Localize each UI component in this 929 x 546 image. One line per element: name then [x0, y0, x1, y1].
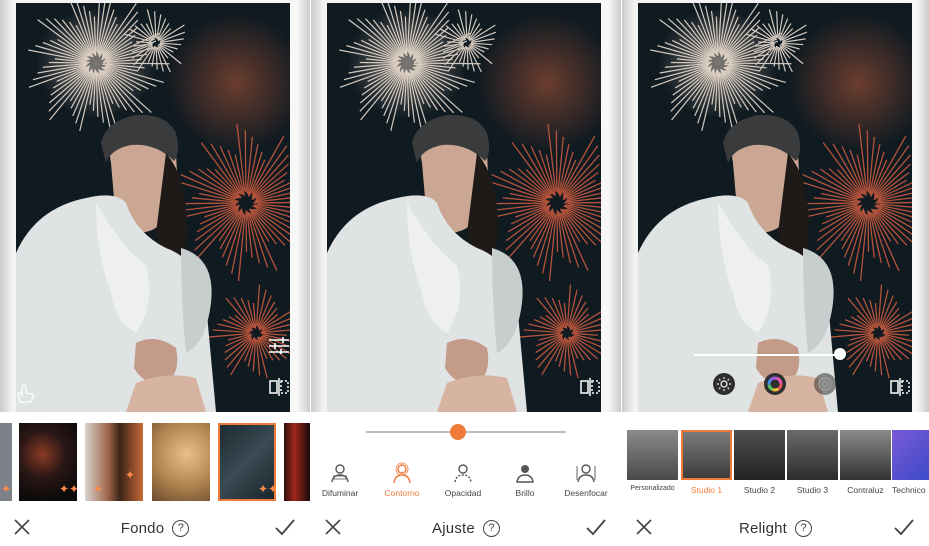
bottom-bar: Ajuste ?: [311, 510, 621, 546]
preset-label: Studio 3: [796, 485, 829, 495]
touch-hand-icon[interactable]: [14, 384, 36, 404]
thumbnail[interactable]: ✦: [0, 423, 12, 501]
light-target-button[interactable]: [814, 373, 836, 395]
photo-canvas: [327, 3, 601, 412]
preset-thumbnail: [627, 430, 678, 480]
bottom-bar: Relight ?: [622, 510, 929, 546]
relight-photo: [638, 3, 912, 412]
preset-thumbnail: [734, 430, 785, 480]
person-blur-icon: [331, 464, 349, 483]
preset-thumbnail: [681, 430, 732, 480]
color-button[interactable]: [764, 373, 786, 395]
background-photo: [16, 3, 290, 412]
help-icon[interactable]: ?: [795, 519, 813, 537]
background-thumbnails: ✦ ✦✦ ✦ ✦ ✦✦: [0, 423, 310, 501]
photo-area: [311, 0, 621, 412]
panel-title: Ajuste: [432, 519, 475, 537]
panel-adjust: Difuminar Contorno Opacidad Brillo Desen…: [311, 0, 621, 546]
compare-icon[interactable]: [890, 377, 910, 397]
adjust-slider-handle[interactable]: [450, 424, 466, 440]
compare-icon[interactable]: [580, 377, 600, 397]
color-wheel-icon: [767, 376, 783, 392]
confirm-check-icon[interactable]: [585, 517, 607, 537]
panel-background: ✦ ✦✦ ✦ ✦ ✦✦ Fondo ?: [0, 0, 310, 546]
tool-label: Contorno: [384, 488, 420, 498]
photo-area: [622, 0, 929, 412]
tool-difuminar[interactable]: Difuminar: [311, 462, 372, 498]
photo-canvas: [16, 3, 290, 412]
confirm-check-icon[interactable]: [274, 517, 296, 537]
adjust-slider-track[interactable]: [366, 431, 566, 433]
tool-label: Desenfocar: [564, 488, 608, 498]
bottom-bar: Fondo ?: [0, 510, 310, 546]
preset-thumbnail: [892, 430, 929, 480]
preset-label: Technico: [892, 485, 926, 495]
photo-area: [0, 0, 310, 412]
panel-title: Fondo: [120, 519, 165, 537]
preset-studio-2[interactable]: Studio 2: [734, 430, 785, 495]
tool-contorno[interactable]: Contorno: [370, 462, 434, 498]
compare-icon[interactable]: [269, 377, 289, 397]
close-icon[interactable]: [12, 517, 32, 537]
adjust-sliders-icon[interactable]: [268, 336, 290, 354]
tool-opacidad[interactable]: Opacidad: [431, 462, 495, 498]
help-icon[interactable]: ?: [172, 519, 190, 537]
photo-canvas: [638, 3, 912, 412]
help-icon[interactable]: ?: [482, 519, 500, 537]
preset-label: Contraluz: [847, 485, 884, 495]
panel-relight: Personalizado Studio 1 Studio 2 Studio 3…: [622, 0, 929, 546]
sun-icon: [717, 377, 731, 391]
tool-label: Brillo: [515, 488, 535, 498]
preset-label: Studio 1: [690, 485, 723, 495]
tool-label: Difuminar: [321, 488, 359, 498]
preset-contraluz[interactable]: Contraluz: [840, 430, 891, 495]
preset-label: Studio 2: [743, 485, 776, 495]
preset-label: Personalizado: [630, 485, 675, 492]
thumbnail[interactable]: ✦ ✦: [85, 423, 143, 501]
person-defocus-icon: [576, 464, 596, 483]
thumbnail[interactable]: ✦✦: [19, 423, 77, 501]
preset-studio-3[interactable]: Studio 3: [787, 430, 838, 495]
brightness-button[interactable]: [713, 373, 735, 395]
thumbnail-selected[interactable]: ✦✦: [218, 423, 276, 501]
tool-brillo[interactable]: Brillo: [493, 462, 557, 498]
light-slider-track[interactable]: [694, 354, 844, 356]
preset-thumbnail: [787, 430, 838, 480]
adjust-photo: [327, 3, 601, 412]
person-opacity-icon: [454, 464, 472, 483]
preset-thumbnail: [840, 430, 891, 480]
target-icon: [818, 377, 832, 391]
close-icon[interactable]: [634, 517, 654, 537]
preset-studio-1[interactable]: Studio 1: [681, 430, 732, 495]
person-brightness-icon: [516, 465, 534, 483]
confirm-check-icon[interactable]: [893, 517, 915, 537]
tool-desenfocar[interactable]: Desenfocar: [554, 462, 618, 498]
preset-technico[interactable]: Technico: [892, 430, 929, 495]
person-outline-icon: [393, 462, 411, 484]
tool-label: Opacidad: [444, 488, 482, 498]
light-slider-handle[interactable]: [833, 348, 846, 360]
close-icon[interactable]: [323, 517, 343, 537]
panel-title: Relight: [738, 519, 788, 537]
thumbnail[interactable]: [284, 423, 310, 501]
preset-personalizado[interactable]: Personalizado: [627, 430, 678, 492]
thumbnail[interactable]: [152, 423, 210, 501]
